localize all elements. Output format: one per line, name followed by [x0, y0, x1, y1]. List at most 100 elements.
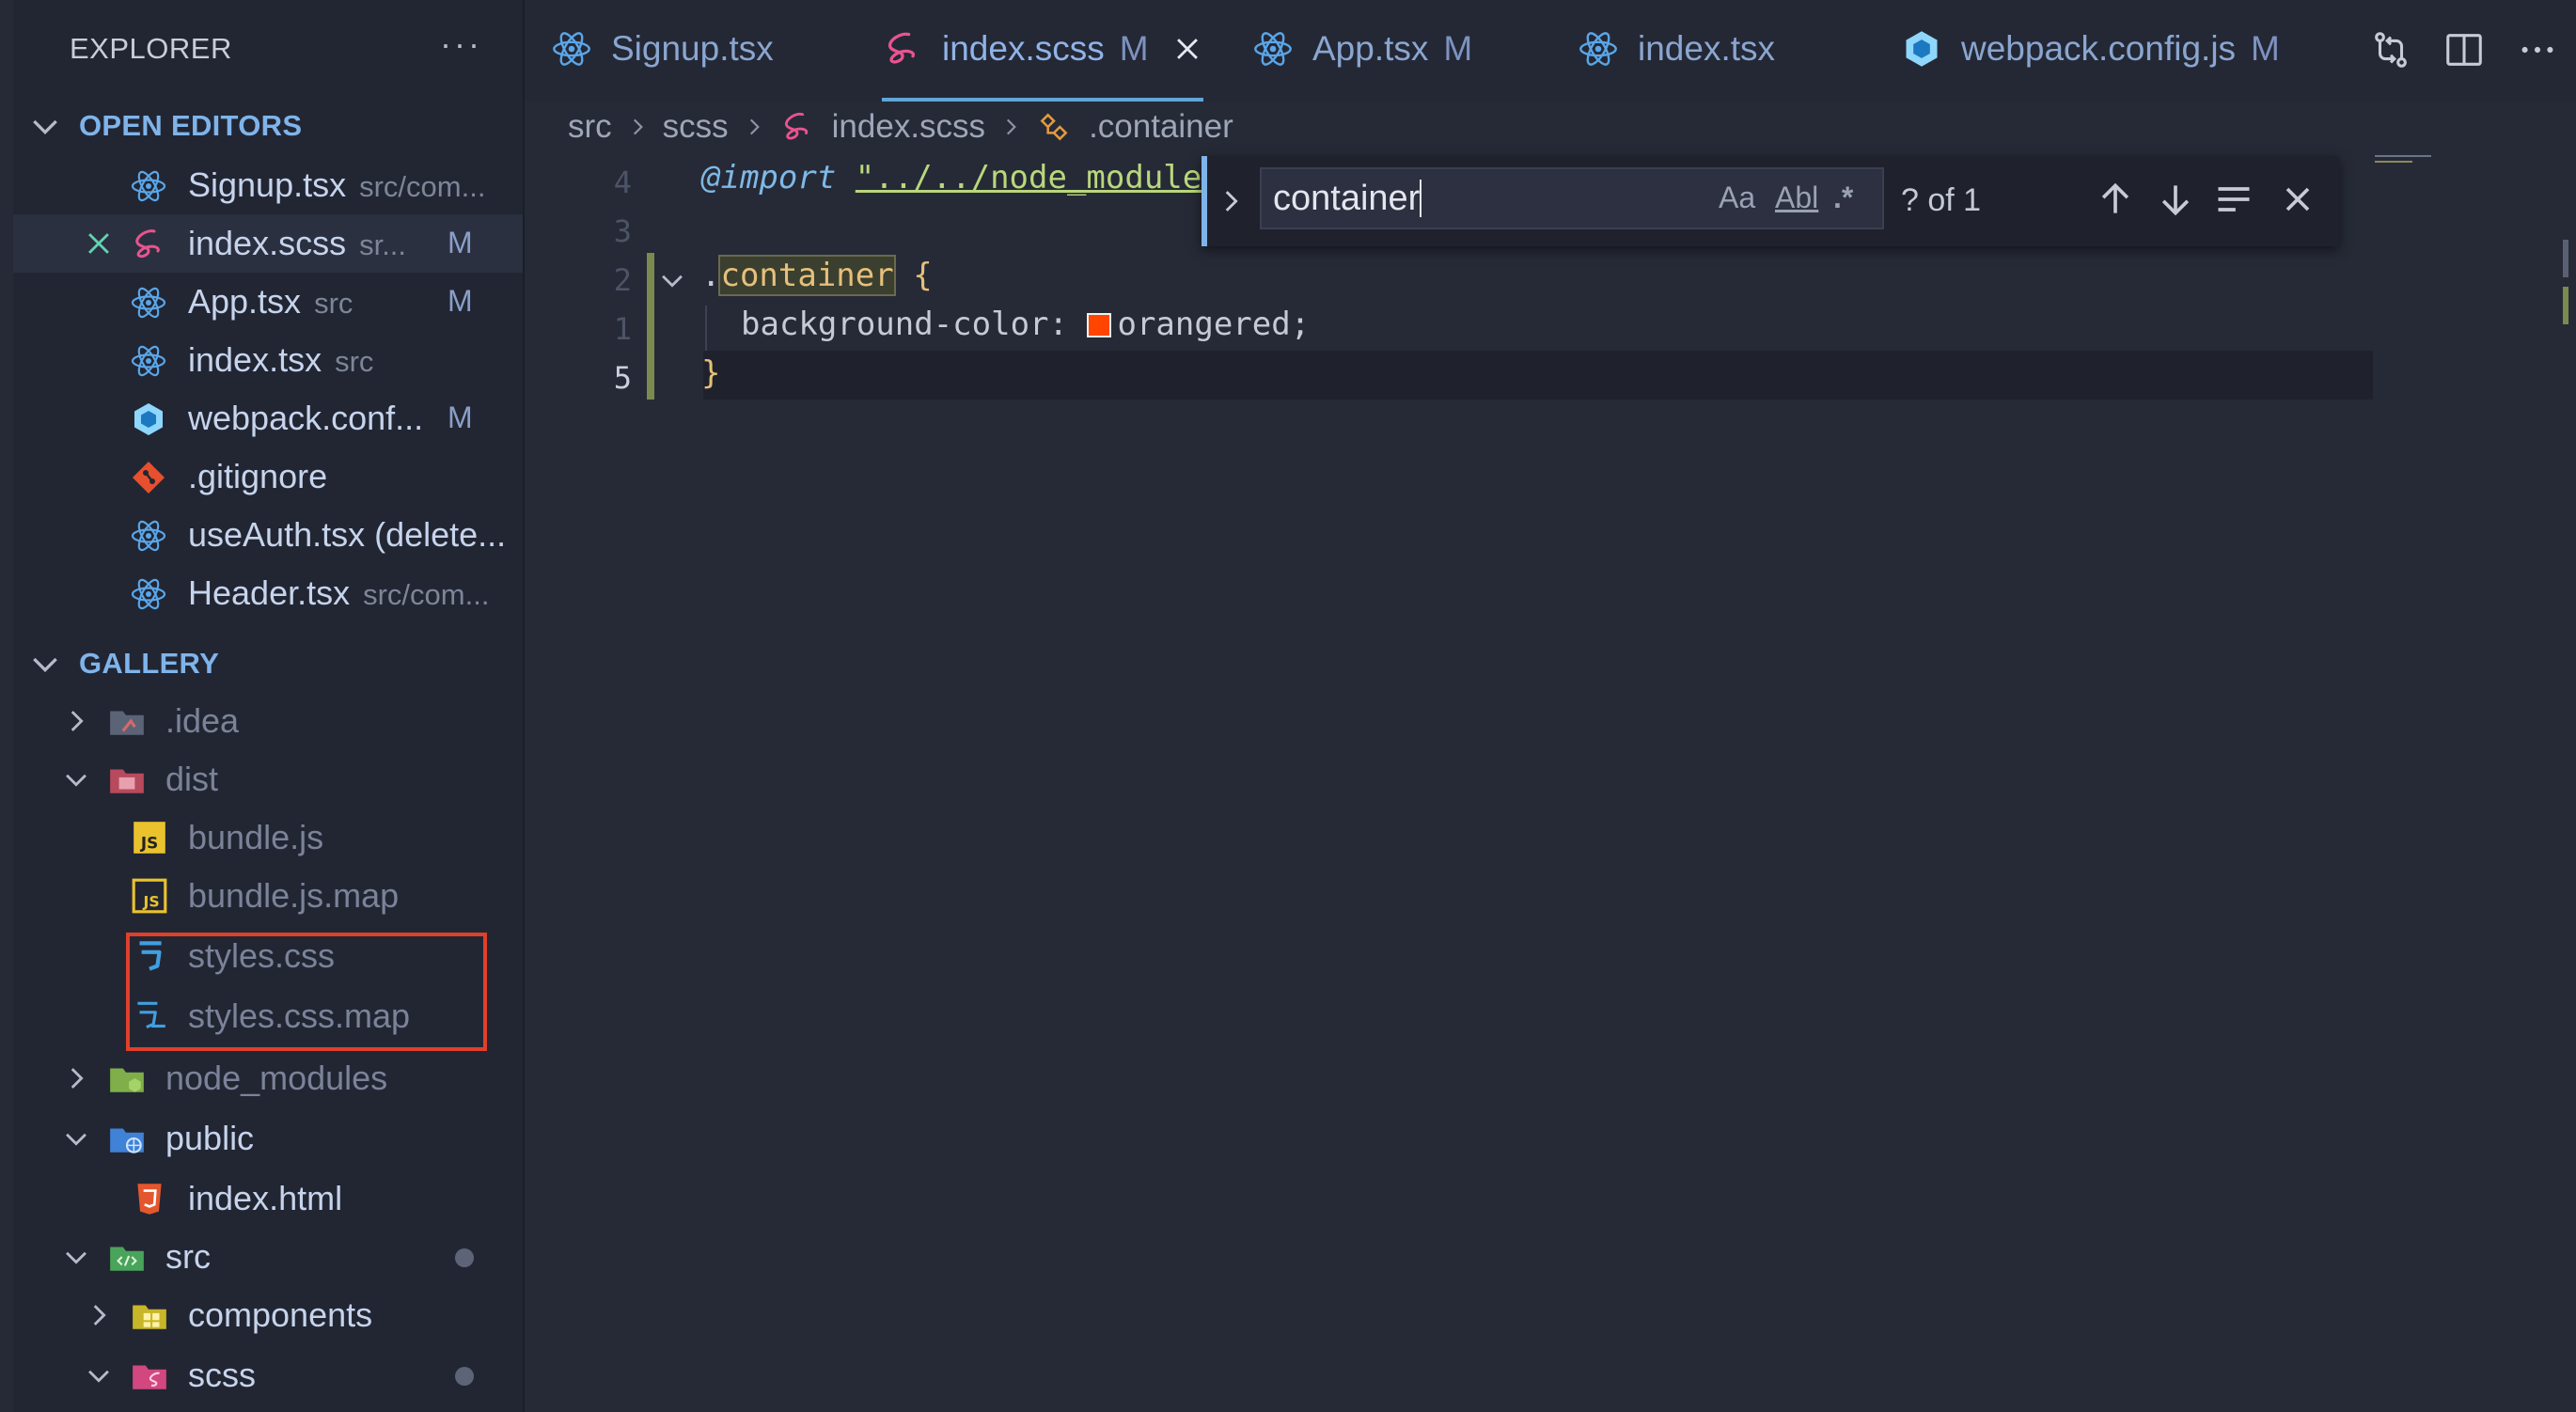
scrollbar-thumb[interactable]: [2563, 240, 2568, 277]
open-editor-item[interactable]: Header.tsx src/com...: [13, 564, 523, 622]
open-editors-header[interactable]: OPEN EDITORS: [13, 100, 523, 152]
tab-signup[interactable]: Signup.tsx: [551, 0, 774, 98]
more-actions-icon[interactable]: ···: [440, 24, 482, 64]
open-editor-name: .gitignore: [188, 457, 328, 495]
breadcrumb-item[interactable]: scss: [663, 108, 729, 146]
tree-item-name: bundle.js.map: [188, 876, 400, 915]
node-folder-icon: [110, 1068, 144, 1092]
breadcrumb-item[interactable]: src: [568, 108, 612, 146]
open-editor-item[interactable]: .gitignore: [13, 447, 523, 506]
current-line-highlight: [703, 351, 2373, 400]
regex-toggle[interactable]: .*: [1833, 180, 1853, 215]
tree-folder-node-modules[interactable]: node_modules: [13, 1049, 523, 1107]
code-editor[interactable]: 4 3 2 1 5 @import "../../node_module .co…: [525, 155, 2568, 1412]
tab-webpack-config[interactable]: webpack.config.js M: [1901, 0, 2280, 98]
find-widget: container Aa Abl .* ? of 1: [1202, 156, 2339, 246]
find-in-selection-icon[interactable]: [2213, 179, 2254, 220]
arrow-up-icon[interactable]: [2095, 179, 2136, 220]
tree-folder-components[interactable]: components: [13, 1286, 523, 1344]
tree-item-name: components: [188, 1295, 373, 1334]
tab-label: webpack.config.js: [1961, 29, 2237, 68]
dist-folder-icon: [110, 769, 144, 793]
open-editor-path: src: [314, 287, 353, 320]
explorer-title: EXPLORER: [70, 32, 232, 65]
whole-word-toggle[interactable]: Abl: [1775, 180, 1818, 215]
tree-file-index-html[interactable]: index.html: [13, 1169, 523, 1228]
css-value: orangered;: [1117, 306, 1311, 343]
minimap-line: [2375, 161, 2412, 163]
tree-file-bundle-js-map[interactable]: JS bundle.js.map: [13, 867, 523, 925]
chevron-right-icon: [633, 118, 643, 135]
code-line-property: background-color: orangered;: [741, 306, 1310, 343]
tab-index-tsx[interactable]: index.tsx: [1578, 0, 1775, 98]
chevron-down-icon: [88, 1370, 109, 1383]
tab-modified-badge: M: [1119, 29, 1149, 68]
brace-open: {: [913, 257, 933, 294]
arrow-down-icon[interactable]: [2155, 179, 2196, 220]
breadcrumb-item[interactable]: index.scss: [832, 108, 985, 146]
tree-folder-public[interactable]: public: [13, 1109, 523, 1168]
find-query: container: [1273, 179, 1421, 218]
open-editor-item[interactable]: index.tsx src: [13, 331, 523, 389]
match-case-toggle[interactable]: Aa: [1719, 180, 1755, 215]
close-icon[interactable]: [83, 227, 115, 259]
react-icon: [553, 32, 590, 66]
changes-dot: [455, 1367, 474, 1386]
color-swatch[interactable]: [1087, 313, 1112, 337]
breadcrumb-item[interactable]: .container: [1089, 108, 1233, 146]
fold-chevron-icon[interactable]: [656, 264, 688, 296]
tree-folder-src[interactable]: src: [13, 1228, 523, 1286]
open-editor-item[interactable]: Signup.tsx src/com...: [13, 156, 523, 214]
line-number: 2: [613, 262, 632, 298]
more-actions-icon[interactable]: [2516, 28, 2559, 71]
tab-app[interactable]: App.tsx M: [1252, 0, 1472, 98]
react-icon: [1579, 32, 1617, 66]
tab-label: Signup.tsx: [611, 29, 774, 68]
scss-folder-icon: [133, 1365, 166, 1389]
tab-index-scss[interactable]: index.scss M: [882, 0, 1203, 102]
tree-folder-scss[interactable]: scss: [13, 1346, 523, 1404]
chevron-right-icon: [1007, 118, 1016, 135]
explorer-sidebar: EXPLORER ··· OPEN EDITORS Signup.tsx src/…: [13, 0, 525, 1412]
open-editor-item-active[interactable]: index.scss sr... M: [13, 214, 523, 273]
open-editor-item[interactable]: App.tsx src M: [13, 273, 523, 331]
chevron-down-icon: [33, 119, 57, 135]
open-editor-path: src/com...: [359, 170, 486, 203]
src-folder-icon: [110, 1247, 144, 1271]
open-editor-item[interactable]: webpack.conf... M: [13, 389, 523, 447]
tree-folder-dist[interactable]: dist: [13, 750, 523, 808]
annotation-highlight-box: [126, 933, 487, 1051]
git-icon: [133, 462, 165, 494]
git-change-indicator: [647, 253, 654, 400]
tab-label: App.tsx: [1312, 29, 1429, 68]
modified-badge: M: [448, 400, 473, 434]
tree-folder-idea[interactable]: .idea: [13, 692, 523, 750]
react-icon: [131, 170, 166, 202]
tree-file-bundle-js[interactable]: JS bundle.js: [13, 808, 523, 867]
match-count: ? of 1: [1901, 182, 1982, 218]
react-icon: [131, 520, 166, 552]
compare-changes-icon[interactable]: [2369, 28, 2412, 71]
gallery-header[interactable]: GALLERY: [13, 637, 523, 690]
tree-item-name: bundle.js: [188, 818, 324, 856]
code-line-selector: .container {: [701, 255, 933, 296]
close-icon[interactable]: [1171, 33, 1203, 65]
modified-badge: M: [448, 284, 473, 318]
import-path-string[interactable]: "../../node_module: [856, 159, 1202, 196]
sass-icon: [784, 112, 808, 140]
chevron-right-icon: [71, 711, 84, 731]
indent-guide: [705, 306, 707, 351]
open-editor-name: Signup.tsx: [188, 165, 347, 204]
chevron-down-icon: [33, 657, 57, 673]
open-editor-path: src/com...: [363, 578, 490, 611]
react-icon: [131, 578, 166, 610]
close-icon[interactable]: [2277, 179, 2318, 220]
line-number: 1: [613, 311, 632, 347]
open-editor-item[interactable]: useAuth.tsx (delete...: [13, 506, 523, 564]
open-editor-name: index.tsx: [188, 340, 322, 379]
toggle-replace-chevron-icon[interactable]: [1215, 180, 1247, 222]
chevron-down-icon: [66, 1251, 86, 1264]
chevron-right-icon: [93, 1305, 106, 1326]
open-editor-name: App.tsx: [188, 282, 302, 321]
split-editor-icon[interactable]: [2442, 28, 2486, 71]
